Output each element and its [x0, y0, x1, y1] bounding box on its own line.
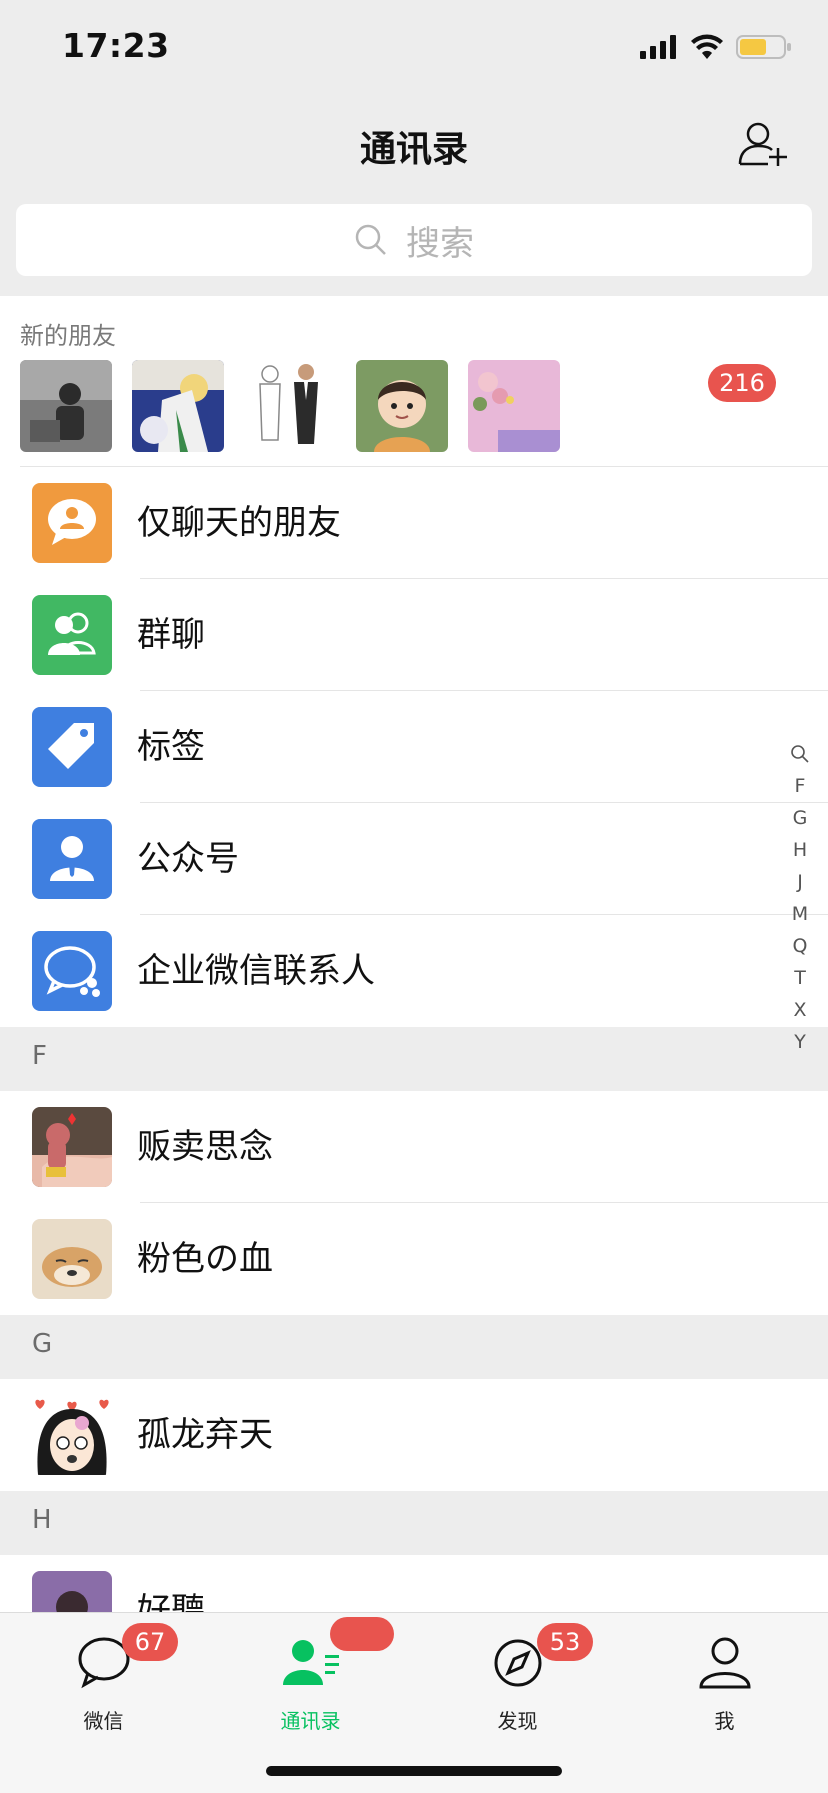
tab-me-label: 我: [714, 1709, 735, 1733]
contact-name: 孤龙弃天: [137, 1415, 273, 1455]
chat-friend-icon: [32, 483, 112, 563]
index-letter[interactable]: H: [793, 834, 807, 866]
section-header-g: G: [0, 1315, 828, 1379]
section-letter: G: [32, 1329, 53, 1359]
tab-discover-label: 发现: [497, 1709, 538, 1733]
work-wechat-contacts-label: 企业微信联系人: [137, 951, 375, 991]
person-icon: [698, 1637, 751, 1689]
official-accounts-label: 公众号: [137, 839, 239, 879]
index-letter[interactable]: Y: [794, 1026, 806, 1058]
chat-only-friends-item[interactable]: 仅聊天的朋友: [0, 467, 828, 579]
tab-chats-label: 微信: [83, 1709, 124, 1733]
index-letter[interactable]: M: [792, 898, 808, 930]
contact-avatar: [32, 1107, 112, 1187]
contact-item[interactable]: 孤龙弃天: [0, 1379, 828, 1491]
contacts-new-badge: [330, 1617, 394, 1651]
search-icon: [355, 224, 386, 255]
group-chats-label: 群聊: [137, 615, 205, 655]
contact-item[interactable]: 粉色の血: [0, 1203, 828, 1315]
contacts-icon: [282, 1640, 339, 1685]
nav-bar: 通讯录: [0, 100, 828, 200]
tags-item[interactable]: 标签: [0, 691, 828, 803]
index-letter[interactable]: F: [795, 770, 806, 802]
tab-me[interactable]: 我: [621, 1613, 828, 1733]
alphabet-index[interactable]: F G H J M Q T X Y: [784, 738, 816, 1058]
status-time: 17:23: [62, 26, 170, 65]
index-letter[interactable]: X: [793, 994, 806, 1026]
section-header-h: H: [0, 1491, 828, 1555]
contact-avatar: [32, 1395, 112, 1475]
official-account-icon: [32, 819, 112, 899]
page-title: 通讯录: [359, 129, 468, 170]
group-icon: [32, 595, 112, 675]
chats-unread-badge: 67: [122, 1623, 178, 1661]
person-add-icon[interactable]: [738, 118, 790, 170]
work-wechat-icon: [32, 931, 112, 1011]
index-search-icon[interactable]: [790, 744, 810, 764]
tab-chats[interactable]: 微信: [0, 1613, 207, 1733]
contact-name: 粉色の血: [137, 1239, 273, 1279]
battery-icon: [736, 35, 791, 59]
tag-icon: [32, 707, 112, 787]
status-bar: 17:23: [0, 0, 828, 100]
contact-avatar: [32, 1219, 112, 1299]
new-friends-avatars[interactable]: [20, 360, 560, 452]
section-header-f: F: [0, 1027, 828, 1091]
contact-avatar: [32, 1571, 112, 1612]
signal-icon: [640, 35, 676, 59]
contact-item[interactable]: 贩卖思念: [0, 1091, 828, 1203]
index-letter[interactable]: T: [794, 962, 806, 994]
index-letter[interactable]: J: [797, 866, 803, 898]
home-indicator: [266, 1766, 562, 1776]
avatar-flowers-girl: [468, 360, 560, 452]
index-letter[interactable]: Q: [793, 930, 808, 962]
new-friends-badge: 216: [708, 364, 776, 402]
chat-only-friends-label: 仅聊天的朋友: [137, 503, 341, 543]
discover-badge: 53: [537, 1623, 593, 1661]
avatar-suited-men-sketch: [244, 360, 336, 452]
status-icons: [640, 34, 792, 60]
contact-item[interactable]: 好聽: [0, 1555, 828, 1612]
official-accounts-item[interactable]: 公众号: [0, 803, 828, 915]
tags-label: 标签: [137, 727, 205, 767]
avatar-anime-boys: [132, 360, 224, 452]
tab-contacts-label: 通讯录: [280, 1709, 341, 1733]
section-letter: F: [32, 1041, 47, 1071]
work-wechat-contacts-item[interactable]: 企业微信联系人: [0, 915, 828, 1027]
index-letter[interactable]: G: [793, 802, 808, 834]
wifi-icon: [691, 34, 723, 59]
avatar-photo-bw-person: [20, 360, 112, 452]
search-input[interactable]: 搜索: [16, 204, 812, 276]
search-placeholder: 搜索: [406, 223, 474, 264]
contact-name: 贩卖思念: [137, 1127, 273, 1167]
group-chats-item[interactable]: 群聊: [0, 579, 828, 691]
avatar-cartoon-boy: [356, 360, 448, 452]
contacts-list: 新的朋友 216 仅聊天的朋友 群聊 标签 公众号 企业微信联系人 F 贩卖思念…: [0, 296, 828, 1612]
contact-name: 好聽: [137, 1591, 205, 1612]
section-letter: H: [32, 1505, 52, 1535]
new-friends-label: 新的朋友: [20, 322, 116, 350]
